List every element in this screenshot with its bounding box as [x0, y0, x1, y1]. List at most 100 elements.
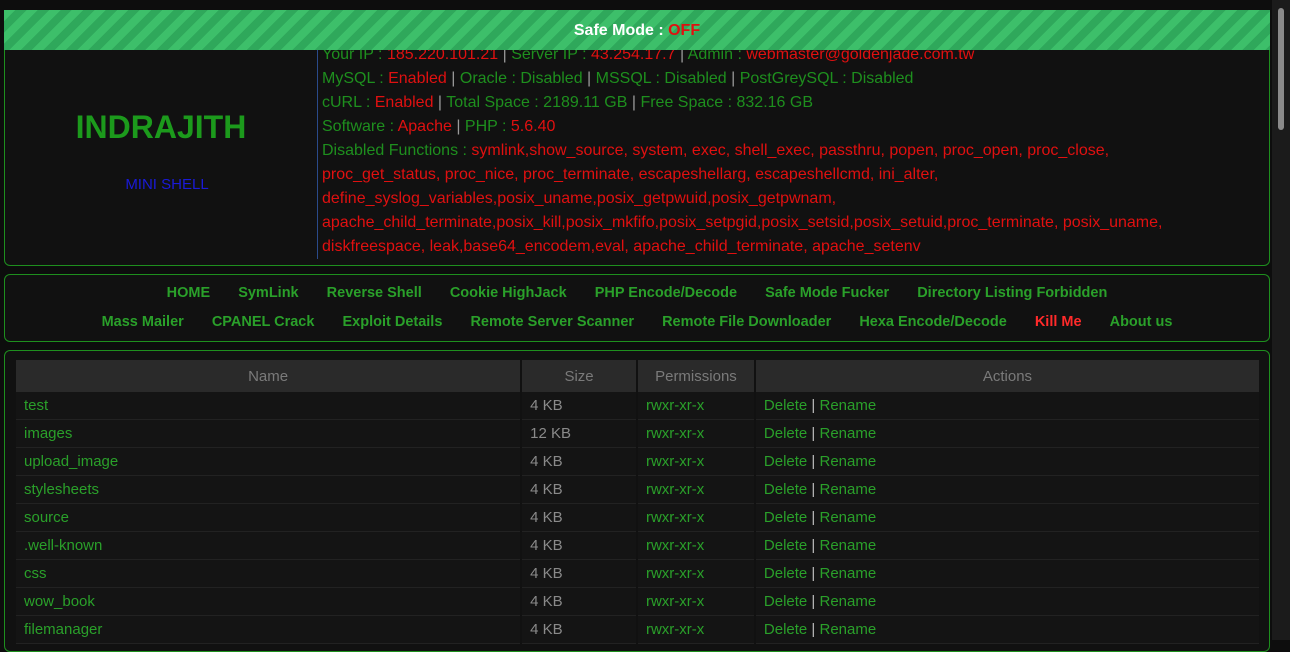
menu-row-1: HOME SymLink Reverse Shell Cookie HighJa… — [5, 285, 1269, 301]
menu-remote-server-scanner[interactable]: Remote Server Scanner — [470, 314, 634, 330]
rename-link[interactable]: Rename — [820, 509, 877, 526]
menu-symlink[interactable]: SymLink — [238, 285, 298, 301]
column-header-name: Name — [13, 360, 523, 392]
server-info-panel: INDRAJITH MINI SHELL Your IP : 185.220.1… — [4, 40, 1270, 266]
file-name-link[interactable]: filemanager — [24, 621, 102, 638]
delete-link[interactable]: Delete — [764, 509, 807, 526]
file-name-cell: upload_image — [13, 447, 523, 476]
safe-mode-label: Safe Mode : — [573, 22, 669, 39]
file-name-link[interactable]: test — [24, 397, 48, 414]
file-name-link[interactable]: css — [24, 565, 47, 582]
menu-kill-me[interactable]: Kill Me — [1035, 314, 1082, 330]
delete-link[interactable]: Delete — [764, 453, 807, 470]
file-name-cell: images — [13, 419, 523, 448]
menu-cookie-highjack[interactable]: Cookie HighJack — [450, 285, 567, 301]
file-permissions[interactable]: rwxr-xr-x — [635, 475, 756, 504]
table-row: css 4 KB rwxr-xr-x Delete | Rename — [13, 559, 1262, 588]
disabled-functions-line: define_syslog_variables,posix_uname,posi… — [322, 190, 837, 207]
page-scrollbar[interactable] — [1272, 0, 1290, 640]
file-name-cell: stylesheets — [13, 475, 523, 504]
file-size: 12 KB — [520, 419, 638, 448]
file-actions: Delete | Rename — [753, 587, 1262, 616]
server-info-text: Your IP : 185.220.101.21 | Server IP : 4… — [317, 43, 1266, 259]
file-name-link[interactable]: stylesheets — [24, 481, 99, 498]
file-name-cell: .well-known — [13, 531, 523, 560]
menu-php-encode-decode[interactable]: PHP Encode/Decode — [595, 285, 737, 301]
delete-link[interactable]: Delete — [764, 425, 807, 442]
file-actions: Delete | Rename — [753, 559, 1262, 588]
menu-cpanel-crack[interactable]: CPANEL Crack — [212, 314, 315, 330]
menu-mass-mailer[interactable]: Mass Mailer — [102, 314, 184, 330]
menu-about-us[interactable]: About us — [1110, 314, 1173, 330]
table-row: test 4 KB rwxr-xr-x Delete | Rename — [13, 392, 1262, 420]
rename-link[interactable]: Rename — [820, 593, 877, 610]
php-label: PHP : — [464, 118, 511, 135]
rename-link[interactable]: Rename — [820, 565, 877, 582]
scrollbar-thumb[interactable] — [1278, 8, 1284, 130]
rename-link[interactable]: Rename — [820, 397, 877, 414]
rename-link[interactable]: Rename — [820, 621, 877, 638]
file-name-cell: wow_book — [13, 587, 523, 616]
file-name-link[interactable]: source — [24, 509, 69, 526]
file-name-cell: css — [13, 559, 523, 588]
free-space: Free Space : 832.16 GB — [640, 94, 813, 111]
file-name-link[interactable]: wow_book — [24, 593, 95, 610]
table-row: wow_book 4 KB rwxr-xr-x Delete | Rename — [13, 587, 1262, 616]
table-row: source 4 KB rwxr-xr-x Delete | Rename — [13, 503, 1262, 532]
file-actions: Delete | Rename — [753, 447, 1262, 476]
file-name-link[interactable]: upload_image — [24, 453, 118, 470]
file-permissions[interactable]: rwxr-xr-x — [635, 392, 756, 420]
file-size: 4 KB — [520, 587, 638, 616]
menu-exploit-details[interactable]: Exploit Details — [342, 314, 442, 330]
delete-link[interactable]: Delete — [764, 593, 807, 610]
delete-link[interactable]: Delete — [764, 397, 807, 414]
delete-link[interactable]: Delete — [764, 621, 807, 638]
rename-link[interactable]: Rename — [820, 537, 877, 554]
file-permissions[interactable]: rwxr-xr-x — [635, 615, 756, 644]
curl-label: cURL : — [322, 94, 375, 111]
column-header-size: Size — [520, 360, 638, 392]
file-permissions[interactable]: rwxr-xr-x — [635, 419, 756, 448]
menu-remote-file-downloader[interactable]: Remote File Downloader — [662, 314, 831, 330]
file-permissions[interactable]: rwxr-xr-x — [635, 587, 756, 616]
file-permissions[interactable]: rwxr-xr-x — [635, 503, 756, 532]
file-name-cell: filemanager — [13, 615, 523, 644]
file-actions: Delete | Rename — [753, 615, 1262, 644]
file-permissions[interactable]: rwxr-xr-x — [635, 531, 756, 560]
file-permissions[interactable]: rwxr-xr-x — [635, 447, 756, 476]
mssql-status: MSSQL : Disabled — [595, 70, 727, 87]
disabled-functions-line: proc_get_status, proc_nice, proc_termina… — [322, 166, 939, 183]
menu-hexa-encode-decode[interactable]: Hexa Encode/Decode — [859, 314, 1006, 330]
disabled-functions-line: diskfreespace, leak,base64_encodem,eval,… — [322, 238, 921, 255]
brand-subtitle: MINI SHELL — [125, 176, 209, 193]
table-header-row: Name Size Permissions Actions — [13, 360, 1262, 392]
oracle-status: Oracle : Disabled — [459, 70, 583, 87]
column-header-actions: Actions — [753, 360, 1262, 392]
safe-mode-status: OFF — [668, 22, 701, 39]
file-name-link[interactable]: images — [24, 425, 72, 442]
table-row: upload_image 4 KB rwxr-xr-x Delete | Rename — [13, 447, 1262, 476]
menu-safe-mode[interactable]: Safe Mode Fucker — [765, 285, 889, 301]
file-permissions[interactable]: rwxr-xr-x — [635, 559, 756, 588]
menu-row-2: Mass Mailer CPANEL Crack Exploit Details… — [5, 314, 1269, 330]
table-row: .well-known 4 KB rwxr-xr-x Delete | Rename — [13, 531, 1262, 560]
file-name-cell: source — [13, 503, 523, 532]
delete-link[interactable]: Delete — [764, 537, 807, 554]
disabled-functions-line: symlink,show_source, system, exec, shell… — [471, 142, 1110, 159]
disabled-functions-line: apache_child_terminate,posix_kill,posix_… — [322, 214, 1163, 231]
curl-value: Enabled — [374, 94, 434, 111]
brand-block: INDRAJITH MINI SHELL — [5, 41, 317, 265]
table-row: filemanager 4 KB rwxr-xr-x Delete | Rename — [13, 615, 1262, 644]
rename-link[interactable]: Rename — [820, 453, 877, 470]
menu-home[interactable]: HOME — [167, 285, 211, 301]
delete-link[interactable]: Delete — [764, 565, 807, 582]
file-actions: Delete | Rename — [753, 475, 1262, 504]
rename-link[interactable]: Rename — [820, 481, 877, 498]
menu-reverse-shell[interactable]: Reverse Shell — [327, 285, 422, 301]
file-name-link[interactable]: .well-known — [24, 537, 102, 554]
rename-link[interactable]: Rename — [820, 425, 877, 442]
delete-link[interactable]: Delete — [764, 481, 807, 498]
pgsql-status: PostGreySQL : Disabled — [739, 70, 914, 87]
menu-directory-listing[interactable]: Directory Listing Forbidden — [917, 285, 1107, 301]
column-header-permissions: Permissions — [635, 360, 756, 392]
